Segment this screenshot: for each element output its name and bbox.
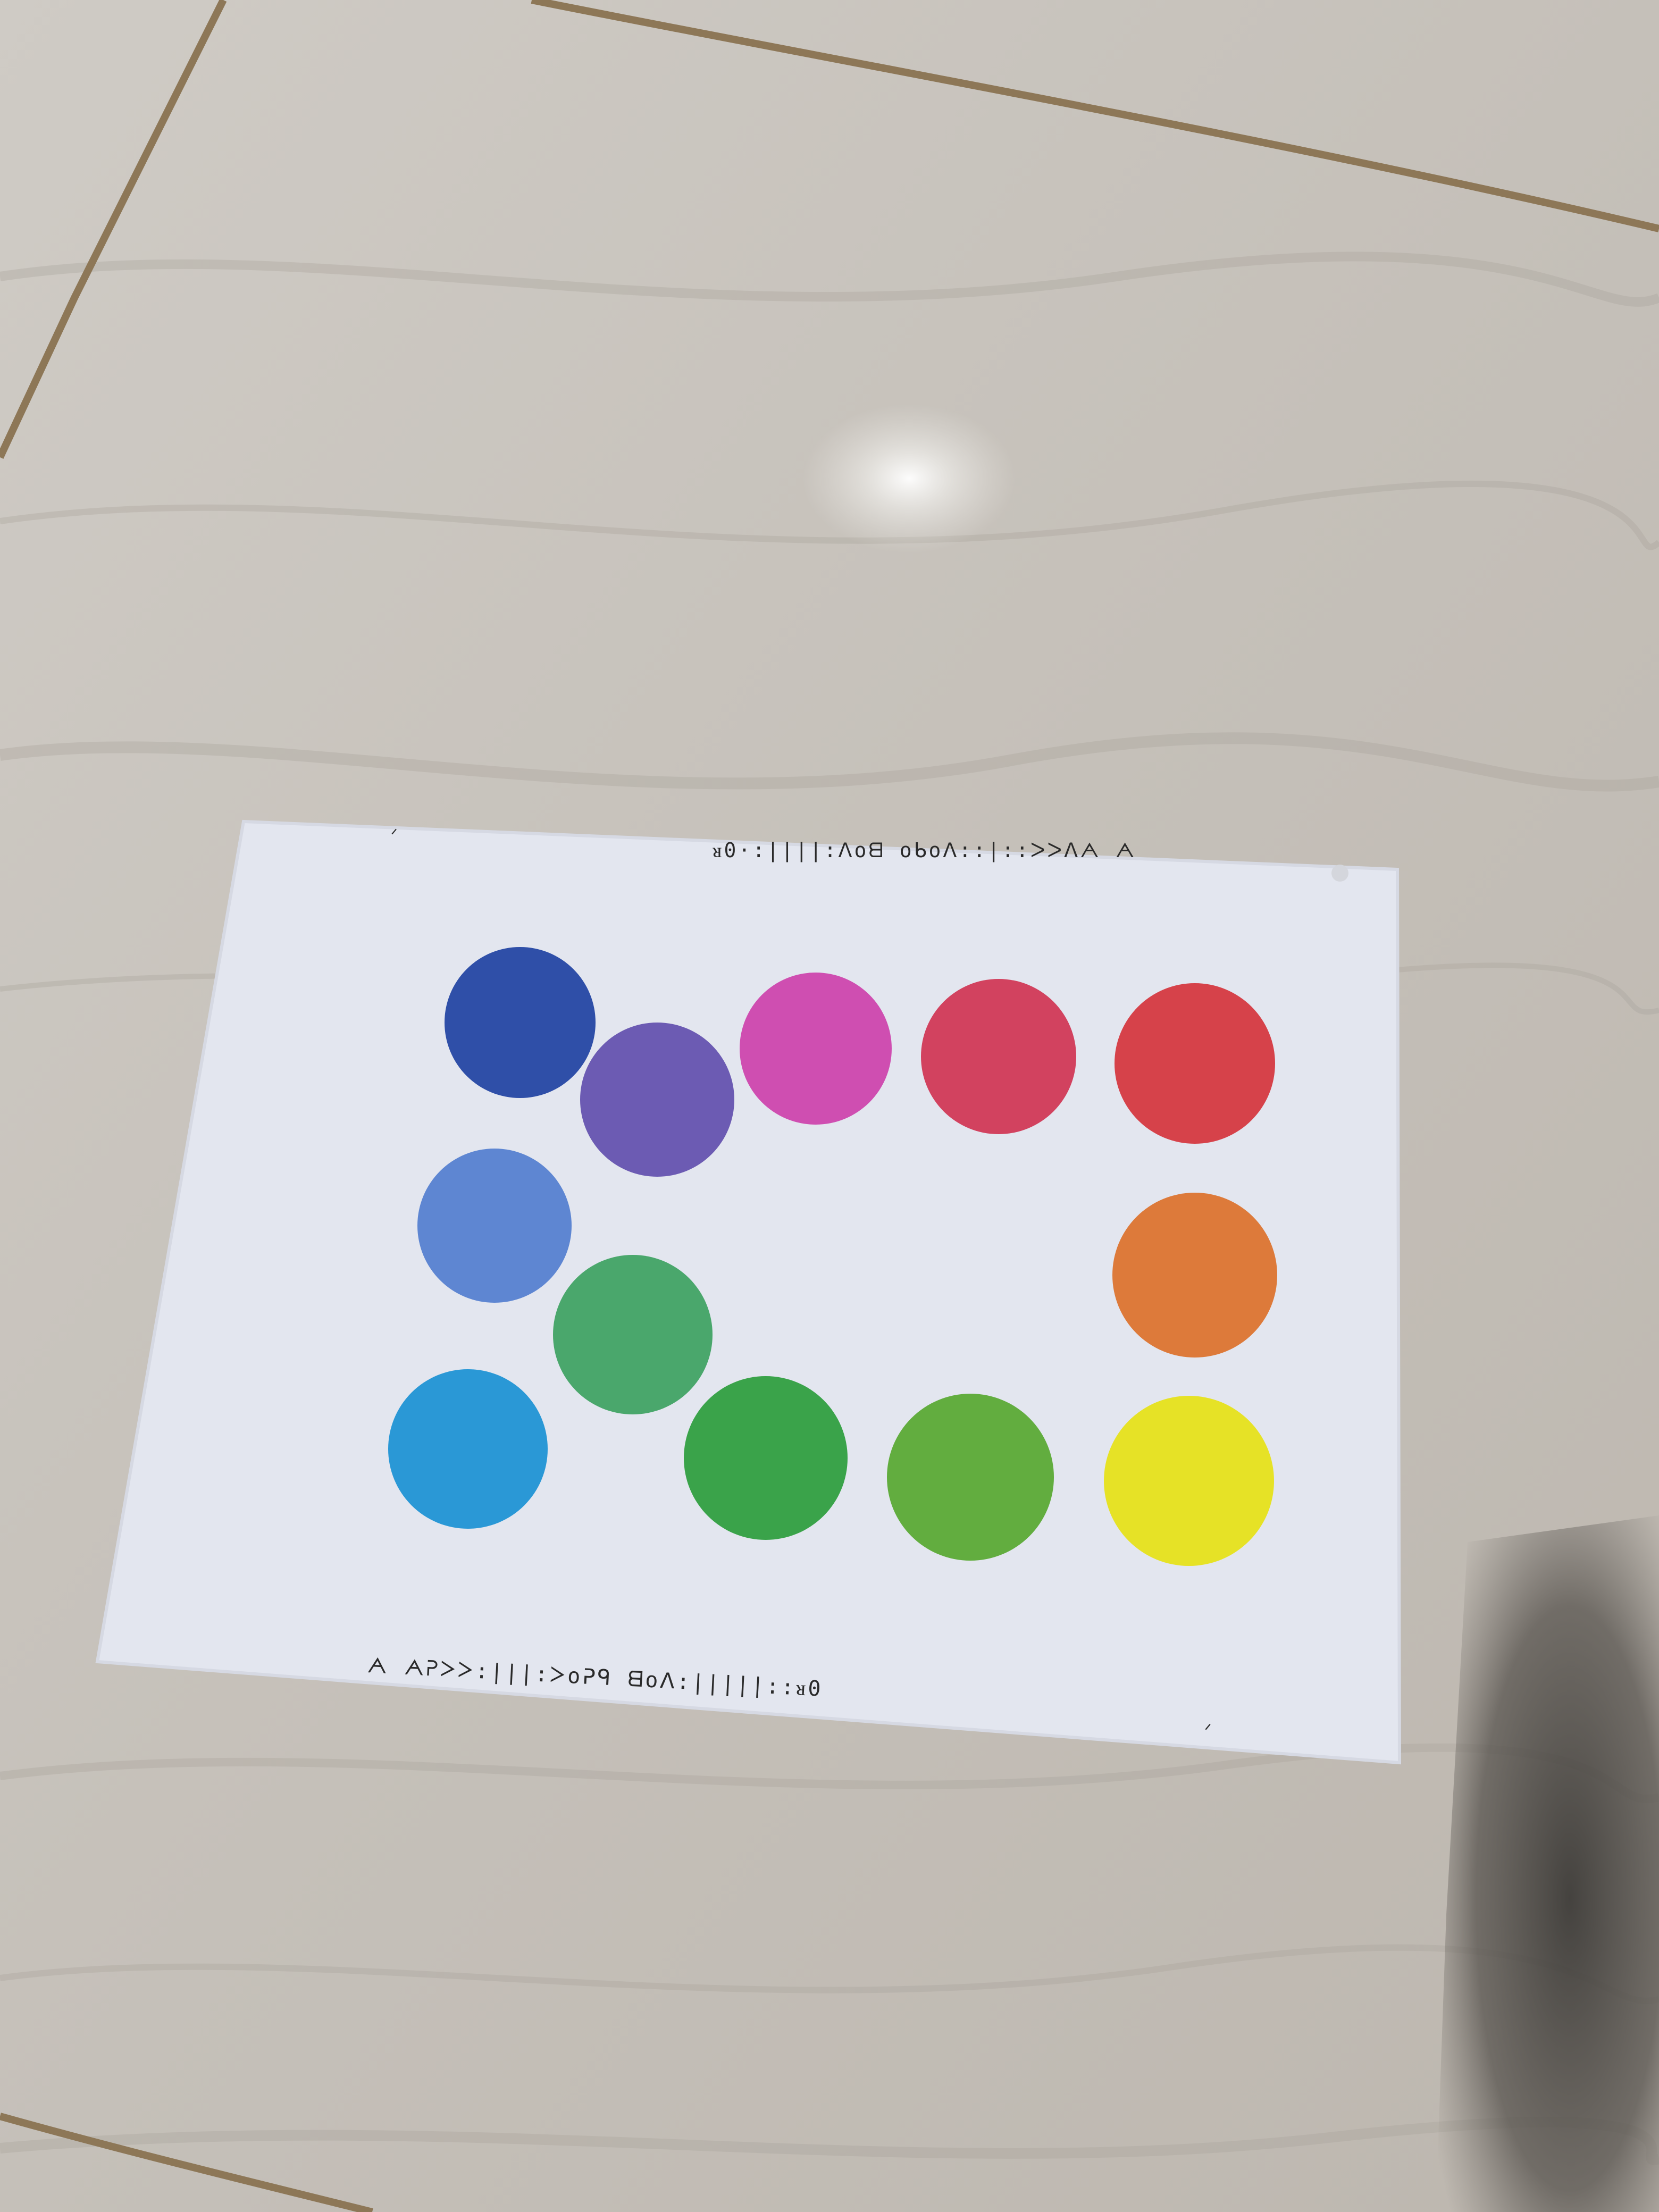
corner-registration-dot [1331,865,1348,882]
color-swatch-dark-blue [445,947,596,1098]
corner-mark-top-left: ᐟ [391,826,398,844]
top-print-markings: ᴚ0·:||||:ᐱoᗺ oᑲoᐱ::|::ᐳᐳᐱᗅ ᗅ [713,839,1137,862]
color-swatch-yellow [1104,1396,1274,1566]
photo-scene: ᴚ0·:||||:ᐱoᗺ oᑲoᐱ::|::ᐳᐳᐱᗅ ᗅ ᗅ ᗅᕈᐳᐳ:|||:… [0,0,1659,2212]
color-swatch-lime-green [887,1394,1054,1561]
color-swatch-sky-blue [388,1369,548,1529]
color-swatch-card: ᴚ0·:||||:ᐱoᗺ oᑲoᐱ::|::ᐳᐳᐱᗅ ᗅ ᗅ ᗅᕈᐳᐳ:|||:… [95,819,1402,1765]
color-swatch-periwinkle [417,1149,572,1303]
color-swatch-magenta [740,973,892,1125]
color-swatch-violet [580,1023,734,1177]
color-swatch-crimson [921,979,1076,1134]
color-swatch-green [684,1376,848,1540]
color-swatch-orange [1112,1193,1277,1358]
color-swatch-red [1115,983,1275,1144]
corner-mark-bottom-right: ᐟ [1204,1720,1212,1740]
color-swatch-sea-green [553,1255,713,1414]
